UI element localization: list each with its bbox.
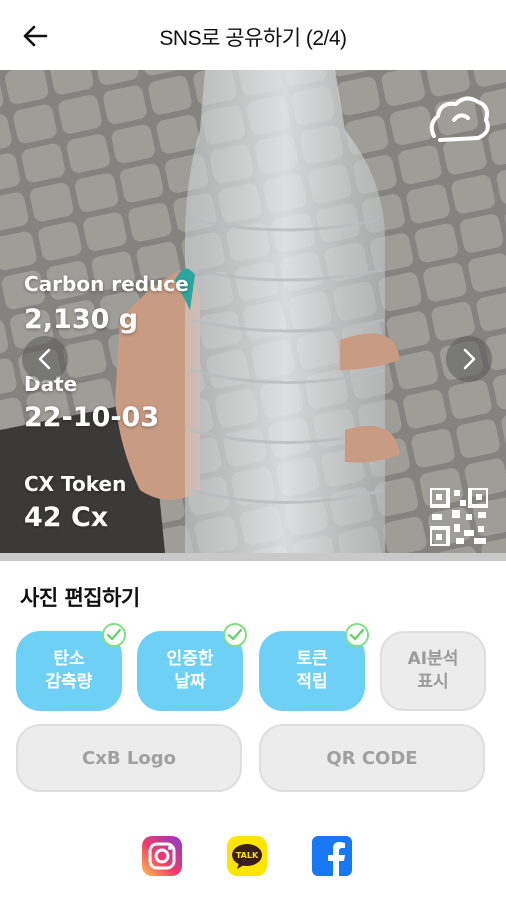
option-label: AI분석 표시: [407, 649, 459, 692]
chevron-left-icon: [38, 348, 51, 370]
qr-code-button[interactable]: QR CODE: [259, 724, 485, 792]
option-label: 인증한 날짜: [166, 649, 214, 692]
page-title: SNS로 공유하기 (2/4): [159, 27, 347, 50]
option-carbon-reduce[interactable]: 탄소 감축량: [16, 623, 126, 711]
qr-code-image: [430, 488, 488, 546]
option-ai-analysis[interactable]: AI분석 표시: [380, 631, 486, 711]
check-icon: [102, 623, 126, 647]
option-label: 탄소 감축량: [45, 649, 93, 692]
option-token[interactable]: 토큰 적립: [259, 623, 369, 711]
cxb-logo-button[interactable]: CxB Logo: [16, 724, 242, 792]
option-label: 토큰 적립: [296, 649, 328, 692]
token-label: CX Token: [24, 472, 127, 496]
carbon-label: Carbon reduce: [24, 272, 189, 296]
instagram-icon[interactable]: [142, 836, 182, 876]
facebook-icon[interactable]: [312, 836, 352, 876]
kakaotalk-icon[interactable]: TALK: [227, 836, 267, 876]
next-photo-button[interactable]: [446, 336, 492, 382]
option-auth-date[interactable]: 인증한 날짜: [137, 623, 247, 711]
prev-photo-button[interactable]: [22, 336, 68, 382]
edit-section-title: 사진 편집하기: [20, 586, 140, 610]
check-icon: [223, 623, 247, 647]
token-value: 42 Cx: [24, 502, 109, 533]
date-value: 22-10-03: [24, 402, 160, 433]
carbon-value: 2,130 g: [24, 304, 139, 335]
app-header: SNS로 공유하기 (2/4): [0, 0, 506, 70]
cloud-logo-icon: [426, 94, 492, 150]
kakao-talk-text: TALK: [236, 851, 259, 860]
photo-divider: [0, 553, 506, 561]
check-icon: [345, 623, 369, 647]
chevron-right-icon: [463, 348, 476, 370]
share-photo-preview: Carbon reduce 2,130 g Date 22-10-03 CX T…: [0, 70, 506, 553]
